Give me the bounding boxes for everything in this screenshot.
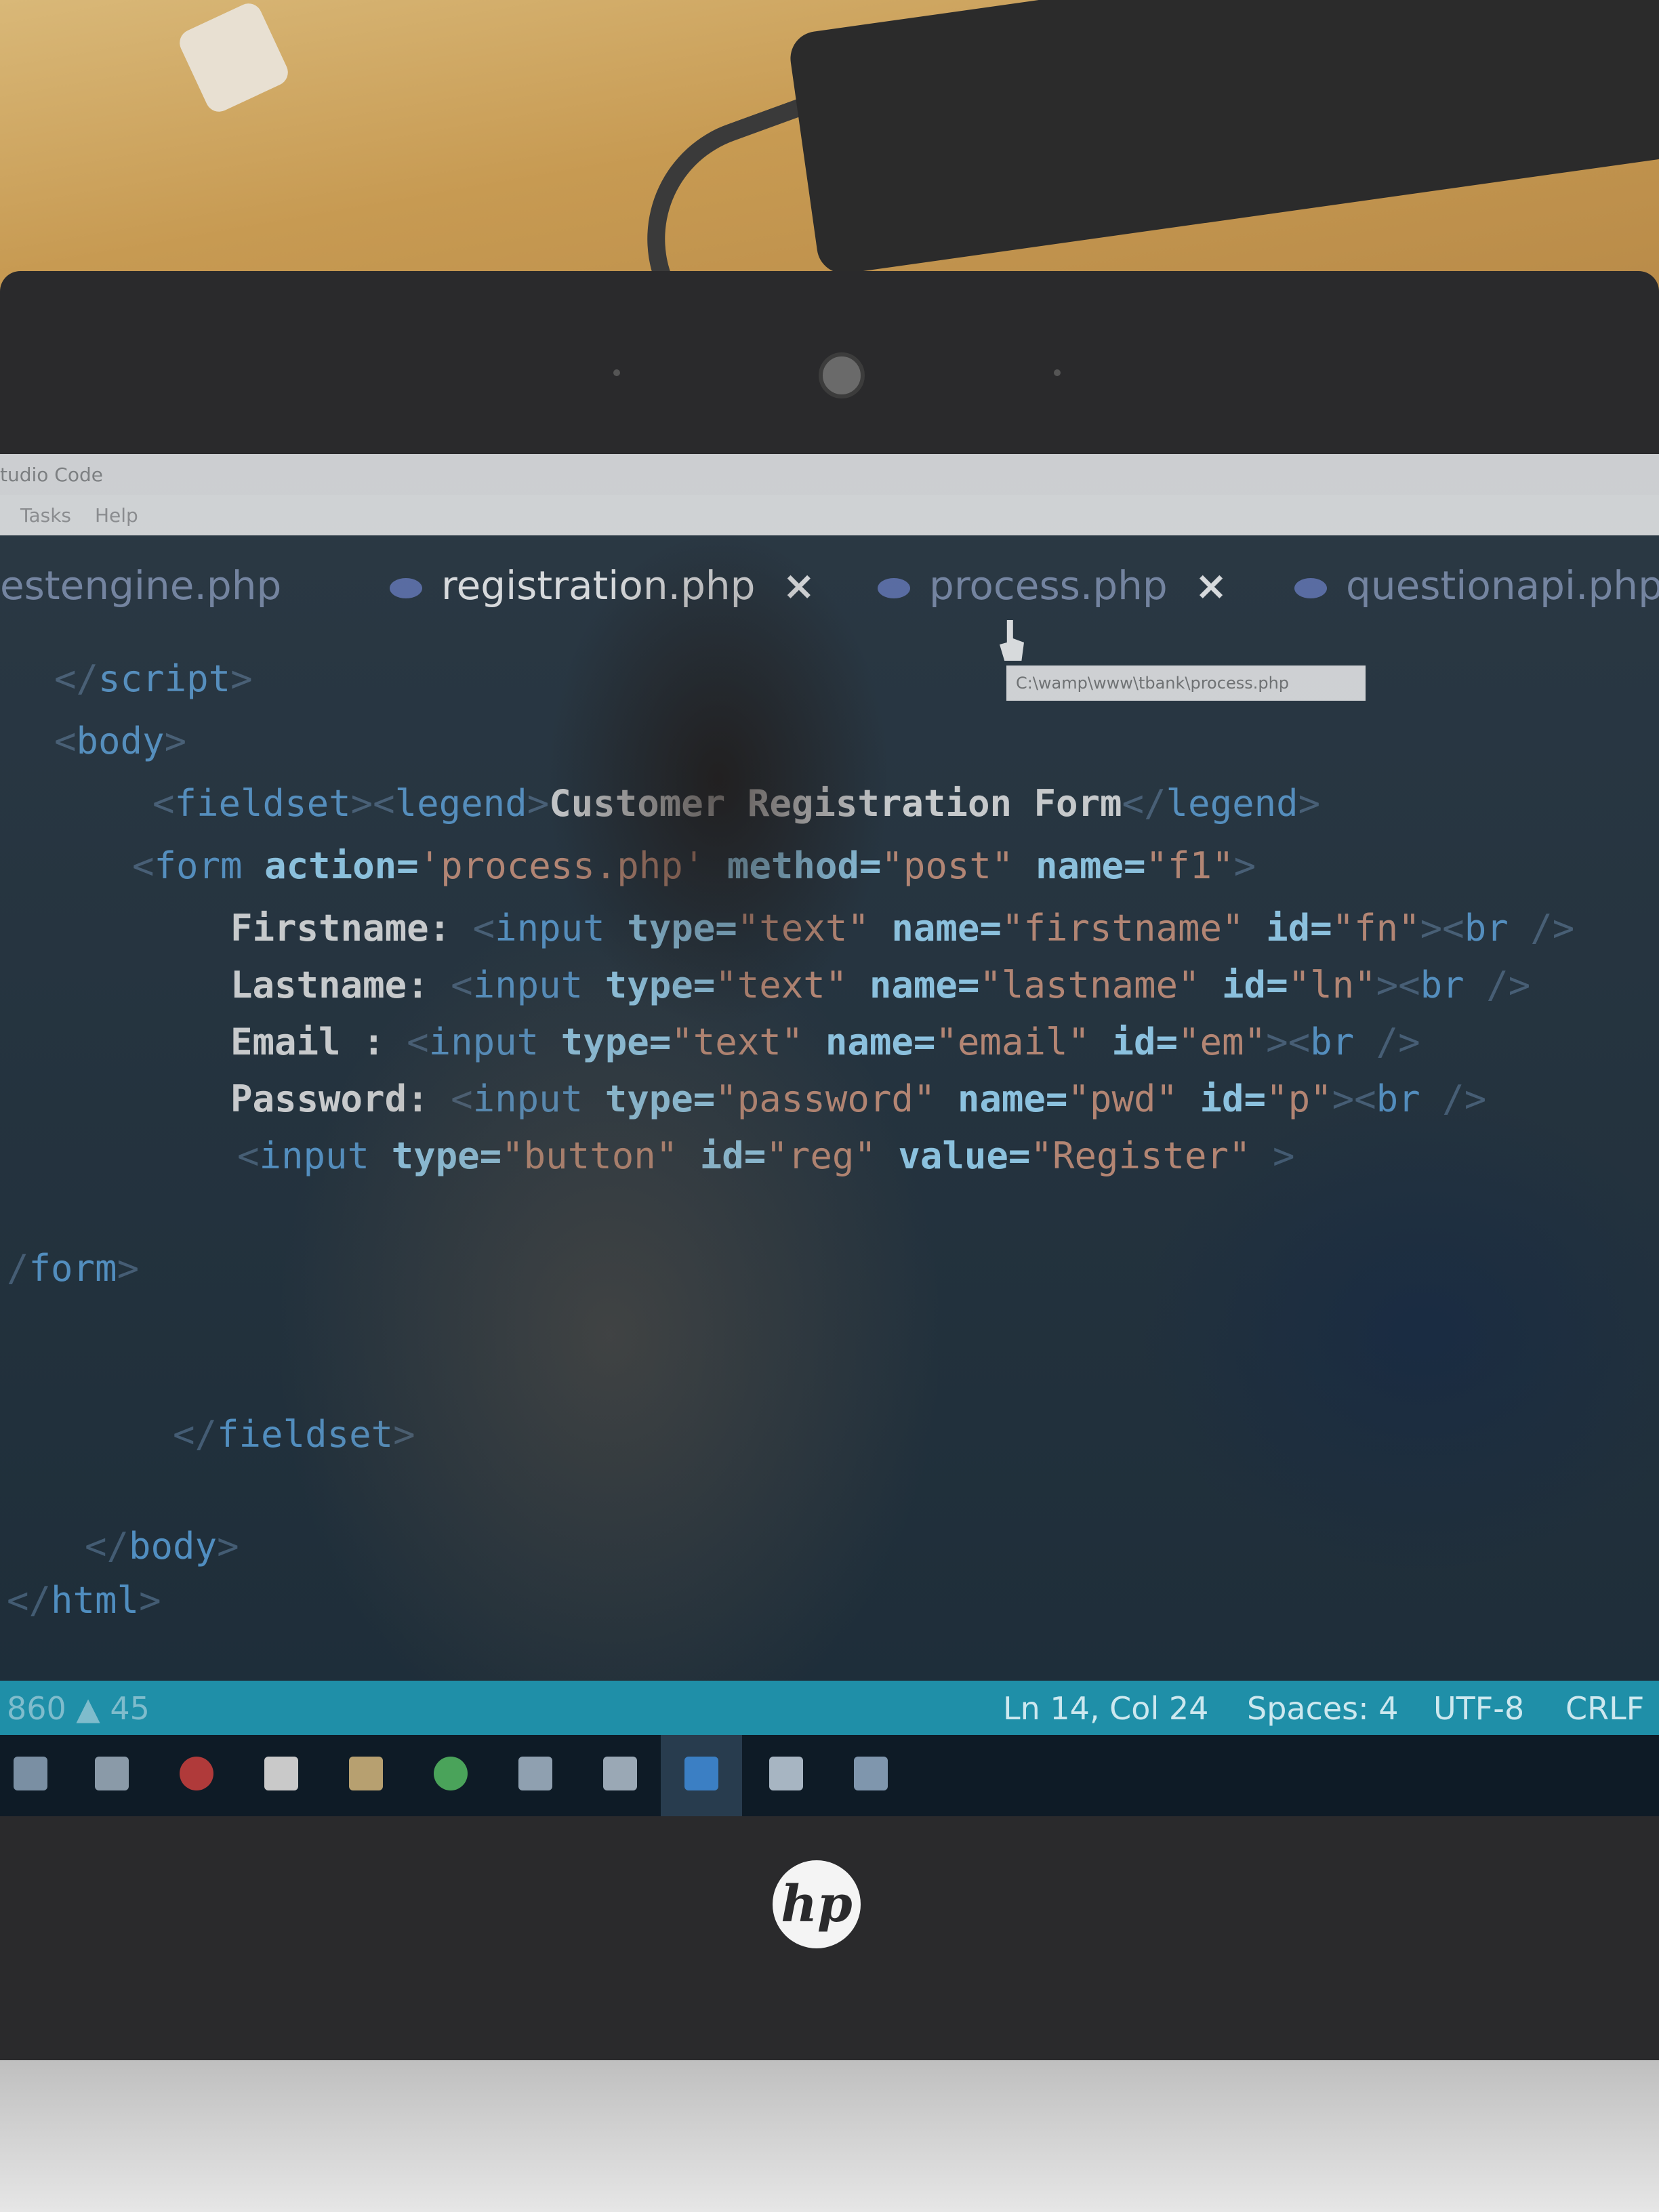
code-line: </script> xyxy=(54,657,253,700)
code-line: </body> xyxy=(85,1525,239,1568)
mouse-pointer-icon xyxy=(1000,620,1024,661)
editor-tabs: estengine.php registration.php × process.… xyxy=(0,535,1659,623)
vscode-icon[interactable] xyxy=(684,1757,718,1790)
window-icon[interactable] xyxy=(603,1757,637,1790)
close-icon[interactable]: × xyxy=(782,562,815,609)
code-line: </fieldset> xyxy=(173,1413,415,1456)
code-line: /form> xyxy=(7,1247,140,1290)
indent-setting[interactable]: Spaces: 4 xyxy=(1247,1690,1399,1727)
folder-icon[interactable] xyxy=(349,1757,383,1790)
php-file-icon xyxy=(1294,577,1327,598)
document-icon[interactable] xyxy=(769,1757,803,1790)
file-explorer-icon[interactable] xyxy=(14,1757,47,1790)
tab-registration[interactable]: registration.php × xyxy=(390,562,815,609)
php-file-icon xyxy=(390,577,422,598)
tab-estengine[interactable]: estengine.php xyxy=(0,562,281,609)
tab-process[interactable]: process.php × xyxy=(878,562,1227,609)
menu-item-help[interactable]: Help xyxy=(95,504,138,527)
code-line: Email : <input type="text" name="email" … xyxy=(230,1021,1420,1063)
close-icon[interactable]: × xyxy=(1195,562,1228,609)
cursor-position[interactable]: Ln 14, Col 24 xyxy=(1003,1690,1208,1727)
code-line: <body> xyxy=(54,720,187,762)
eol-setting[interactable]: CRLF xyxy=(1565,1690,1644,1727)
tab-label: estengine.php xyxy=(0,562,282,609)
code-line: <form action='process.php' method="post"… xyxy=(132,844,1256,887)
tab-label: process.php xyxy=(929,562,1168,609)
webcam-icon xyxy=(819,352,865,398)
store-icon[interactable] xyxy=(95,1757,129,1790)
code-line: </html> xyxy=(7,1579,161,1622)
code-line: <fieldset><legend>Customer Registration … xyxy=(152,782,1321,825)
laptop-base xyxy=(0,2060,1659,2212)
code-line: Lastname: <input type="text" name="lastn… xyxy=(230,964,1531,1006)
menu-item-tasks[interactable]: Tasks xyxy=(20,504,71,527)
code-line: <input type="button" id="reg" value="Reg… xyxy=(237,1134,1295,1177)
bezel-sensor xyxy=(1054,369,1061,376)
code-line: Password: <input type="password" name="p… xyxy=(230,1078,1487,1120)
menu-bar: Tasks Help xyxy=(0,495,1659,535)
tab-path-tooltip: C:\wamp\www\tbank\process.php xyxy=(1006,665,1366,701)
notepad-icon[interactable] xyxy=(264,1757,298,1790)
app-icon[interactable] xyxy=(518,1757,552,1790)
title-bar: tudio Code xyxy=(0,454,1659,495)
taskbar xyxy=(0,1735,1659,1816)
tab-questionapi[interactable]: questionapi.php xyxy=(1294,562,1659,609)
hp-logo: hp xyxy=(773,1860,861,1948)
tab-label: questionapi.php xyxy=(1346,562,1659,609)
php-file-icon xyxy=(878,577,910,598)
problems-indicator[interactable]: 860 ▲ 45 xyxy=(7,1690,150,1727)
laptop-screen: tudio Code Tasks Help estengine.php regi… xyxy=(0,454,1659,1816)
window-title: tudio Code xyxy=(0,464,103,486)
code-line: Firstname: <input type="text" name="firs… xyxy=(230,907,1575,949)
app-icon[interactable] xyxy=(854,1757,888,1790)
chrome-icon[interactable] xyxy=(434,1757,468,1790)
bezel-sensor xyxy=(613,369,620,376)
tab-label: registration.php xyxy=(441,562,756,609)
status-bar: 860 ▲ 45 Ln 14, Col 24 Spaces: 4 UTF-8 C… xyxy=(0,1681,1659,1735)
encoding-setting[interactable]: UTF-8 xyxy=(1433,1690,1524,1727)
opera-icon[interactable] xyxy=(180,1757,213,1790)
